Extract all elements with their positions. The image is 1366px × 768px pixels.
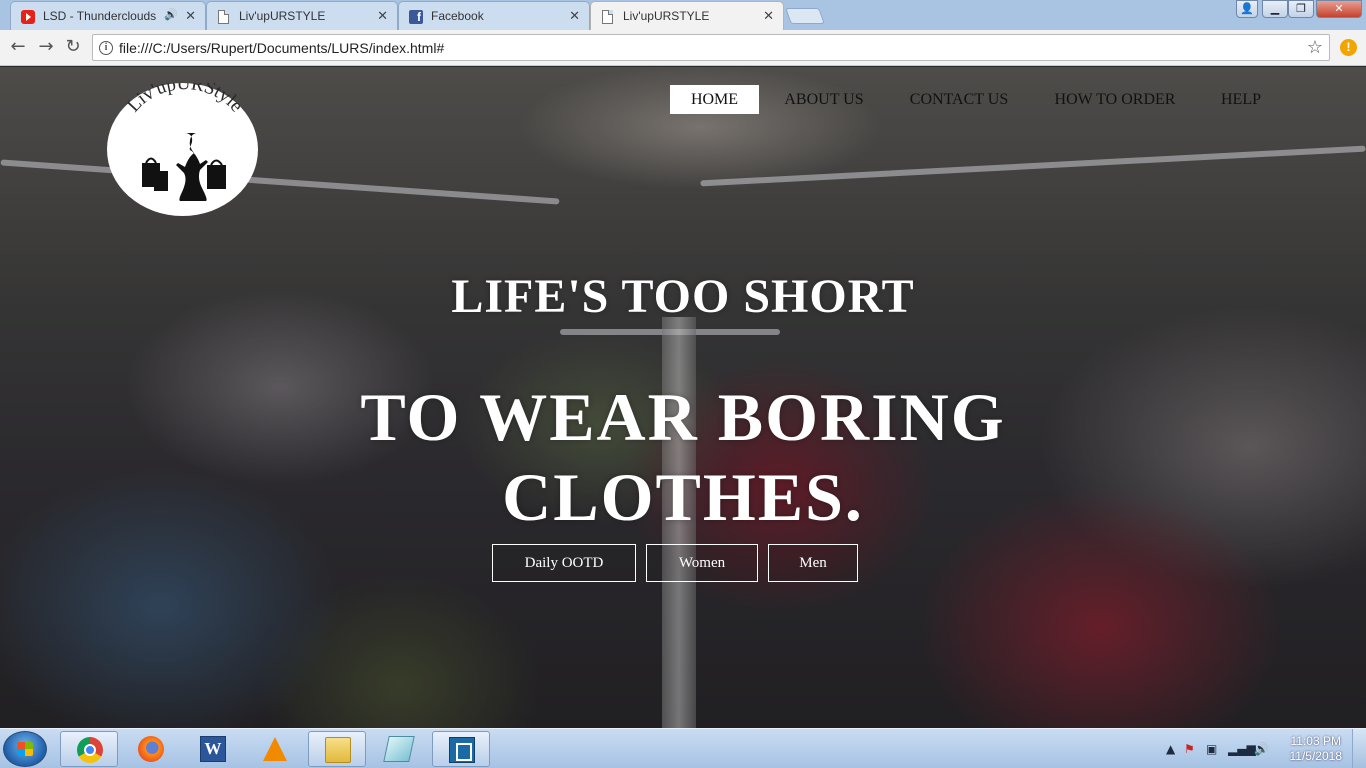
taskbar-file-explorer[interactable]: [308, 731, 366, 767]
browser-toolbar: ← → ↻ i file:///C:/Users/Rupert/Document…: [0, 30, 1366, 66]
tab-livupurstyle-1[interactable]: Liv'upURSTYLE ✕: [206, 1, 398, 30]
youtube-icon: [21, 10, 35, 24]
close-window-button[interactable]: ✕: [1316, 0, 1362, 18]
back-icon[interactable]: ←: [8, 37, 28, 57]
tab-facebook[interactable]: f Facebook ✕: [398, 1, 590, 30]
close-tab-icon[interactable]: ✕: [377, 8, 388, 24]
show-hidden-icons-icon[interactable]: ▲: [1166, 742, 1175, 756]
update-alert-icon[interactable]: !: [1340, 39, 1357, 56]
tab-livupurstyle-active[interactable]: Liv'upURSTYLE ✕: [590, 1, 784, 31]
taskbar-vlc[interactable]: [246, 731, 304, 767]
nav-home[interactable]: HOME: [670, 85, 759, 114]
profile-button[interactable]: 👤: [1236, 0, 1258, 18]
reload-icon[interactable]: ↻: [63, 37, 83, 57]
taskbar-notepad[interactable]: [370, 731, 428, 767]
tab-lsd-thunderclouds[interactable]: LSD - Thunderclouds 🔊 ✕: [10, 1, 206, 30]
taskbar-brackets[interactable]: [432, 731, 490, 767]
taskbar-chrome[interactable]: [60, 731, 118, 767]
info-icon[interactable]: i: [99, 41, 113, 55]
url-text[interactable]: file:///C:/Users/Rupert/Documents/LURS/i…: [119, 40, 444, 56]
facebook-icon: f: [409, 10, 423, 24]
site-logo[interactable]: Liv'upURStyle: [107, 83, 258, 216]
taskbar-word[interactable]: W: [184, 731, 242, 767]
close-tab-icon[interactable]: ✕: [763, 8, 774, 24]
page-icon: [602, 10, 613, 24]
nav-about-us[interactable]: ABOUT US: [778, 85, 870, 114]
daily-ootd-button[interactable]: Daily OOTD: [492, 544, 636, 582]
chrome-icon: [77, 737, 103, 763]
word-icon: W: [200, 736, 226, 762]
windows-taskbar: W ▲ ⚑ ▣ ▂▄▆ 🔊 11:03 PM 11/5/2018: [0, 728, 1366, 768]
audio-playing-icon[interactable]: 🔊: [164, 8, 178, 21]
clothes-rail-right: [700, 145, 1366, 187]
hero-headline-2-line2: CLOTHES.: [502, 459, 864, 535]
address-bar[interactable]: i file:///C:/Users/Rupert/Documents/LURS…: [92, 34, 1330, 61]
notepad-icon: [383, 736, 415, 762]
shopping-woman-icon: [142, 133, 226, 201]
system-clock[interactable]: 11:03 PM 11/5/2018: [1290, 734, 1343, 764]
tab-title: LSD - Thunderclouds: [43, 9, 157, 23]
new-tab-button[interactable]: [785, 8, 825, 24]
show-desktop-button[interactable]: [1352, 729, 1366, 768]
brackets-icon: [449, 737, 475, 763]
tab-title: Liv'upURSTYLE: [623, 9, 710, 23]
tab-title: Facebook: [431, 9, 484, 23]
clock-time: 11:03 PM: [1290, 734, 1341, 748]
page-icon: [218, 10, 229, 24]
hero-section: Liv'upURStyle HOME ABOUT US CONTACT US H…: [0, 67, 1366, 728]
network-signal-icon[interactable]: ▂▄▆: [1228, 742, 1256, 756]
nav-contact-us[interactable]: CONTACT US: [902, 85, 1016, 114]
close-tab-icon[interactable]: ✕: [185, 8, 196, 24]
minimize-button[interactable]: ▁: [1262, 0, 1288, 18]
action-center-icon[interactable]: ⚑: [1184, 742, 1195, 756]
hero-headline-1: LIFE'S TOO SHORT: [451, 270, 915, 323]
firefox-icon: [138, 736, 164, 762]
hero-headline-2-line1: TO WEAR BORING: [360, 379, 1006, 455]
forward-icon[interactable]: →: [36, 37, 56, 57]
bookmark-star-icon[interactable]: ☆: [1307, 37, 1323, 58]
svg-text:Liv'upURStyle: Liv'upURStyle: [123, 83, 247, 116]
logo-text: Liv'upURStyle: [123, 83, 247, 116]
usb-device-icon[interactable]: ▣: [1206, 742, 1217, 756]
nav-help[interactable]: HELP: [1214, 85, 1268, 114]
men-button[interactable]: Men: [768, 544, 858, 582]
maximize-button[interactable]: ❐: [1288, 0, 1314, 18]
women-button[interactable]: Women: [646, 544, 758, 582]
vlc-icon: [263, 737, 287, 761]
start-button[interactable]: [3, 731, 47, 767]
system-tray: ▲ ⚑ ▣ ▂▄▆ 🔊 11:03 PM 11/5/2018: [1156, 729, 1366, 768]
tab-title: Liv'upURSTYLE: [239, 9, 326, 23]
close-tab-icon[interactable]: ✕: [569, 8, 580, 24]
clock-date: 11/5/2018: [1289, 749, 1343, 763]
clothes-rail-left: [0, 159, 560, 205]
hero-headline-2: TO WEAR BORING CLOTHES.: [0, 377, 1366, 537]
tab-strip: LSD - Thunderclouds 🔊 ✕ Liv'upURSTYLE ✕ …: [0, 0, 1366, 31]
volume-icon[interactable]: 🔊: [1254, 742, 1269, 756]
folder-icon: [325, 737, 351, 763]
taskbar-firefox[interactable]: [122, 731, 180, 767]
nav-how-to-order[interactable]: HOW TO ORDER: [1048, 85, 1182, 114]
